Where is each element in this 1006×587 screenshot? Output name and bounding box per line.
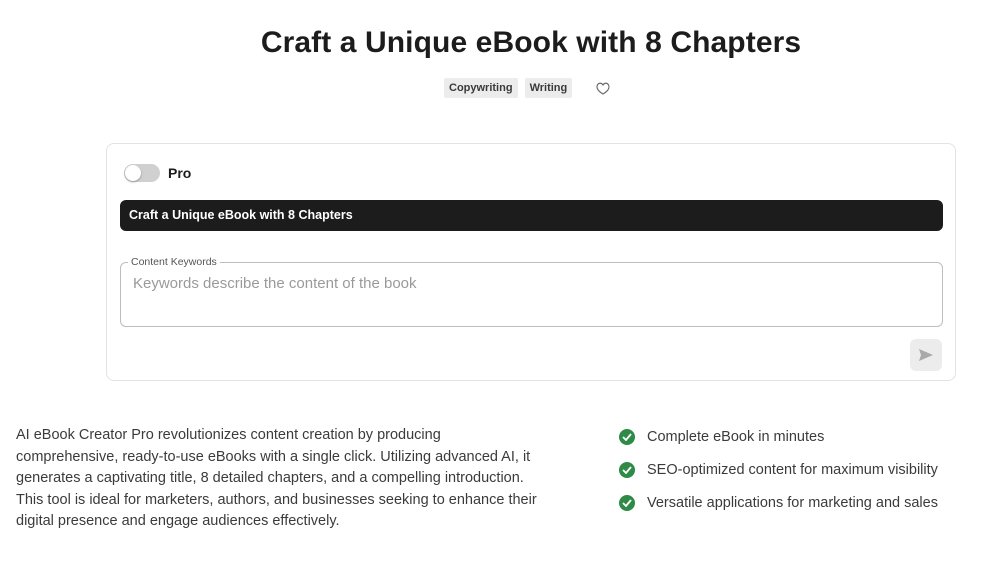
tag-copywriting[interactable]: Copywriting — [444, 78, 518, 98]
check-circle-icon — [619, 462, 635, 478]
generator-card: Pro Craft a Unique eBook with 8 Chapters… — [106, 143, 956, 381]
feature-label: SEO-optimized content for maximum visibi… — [647, 462, 938, 478]
heart-icon[interactable] — [595, 80, 611, 96]
prompt-title-bar: Craft a Unique eBook with 8 Chapters — [120, 200, 943, 231]
pro-toggle-row: Pro — [124, 164, 191, 182]
pro-toggle[interactable] — [124, 164, 160, 182]
feature-label: Versatile applications for marketing and… — [647, 495, 938, 511]
content-keywords-label: Content Keywords — [128, 256, 220, 268]
feature-item: Complete eBook in minutes — [619, 426, 938, 448]
feature-item: SEO-optimized content for maximum visibi… — [619, 459, 938, 481]
toggle-knob — [125, 165, 141, 181]
tag-list: Copywriting Writing — [444, 78, 611, 98]
check-circle-icon — [619, 429, 635, 445]
feature-label: Complete eBook in minutes — [647, 429, 825, 445]
pro-label: Pro — [168, 165, 192, 181]
content-keywords-input[interactable] — [133, 275, 923, 292]
description-text: AI eBook Creator Pro revolutionizes cont… — [16, 427, 537, 529]
send-button[interactable] — [910, 339, 942, 371]
content-keywords-field[interactable]: Content Keywords — [120, 256, 943, 327]
page: Craft a Unique eBook with 8 Chapters Cop… — [0, 0, 1006, 587]
tag-writing[interactable]: Writing — [524, 78, 573, 98]
feature-item: Versatile applications for marketing and… — [619, 492, 938, 514]
page-title: Craft a Unique eBook with 8 Chapters — [260, 26, 802, 59]
send-icon — [919, 349, 933, 361]
feature-list: Complete eBook in minutes SEO-optimized … — [619, 426, 938, 525]
check-circle-icon — [619, 495, 635, 511]
